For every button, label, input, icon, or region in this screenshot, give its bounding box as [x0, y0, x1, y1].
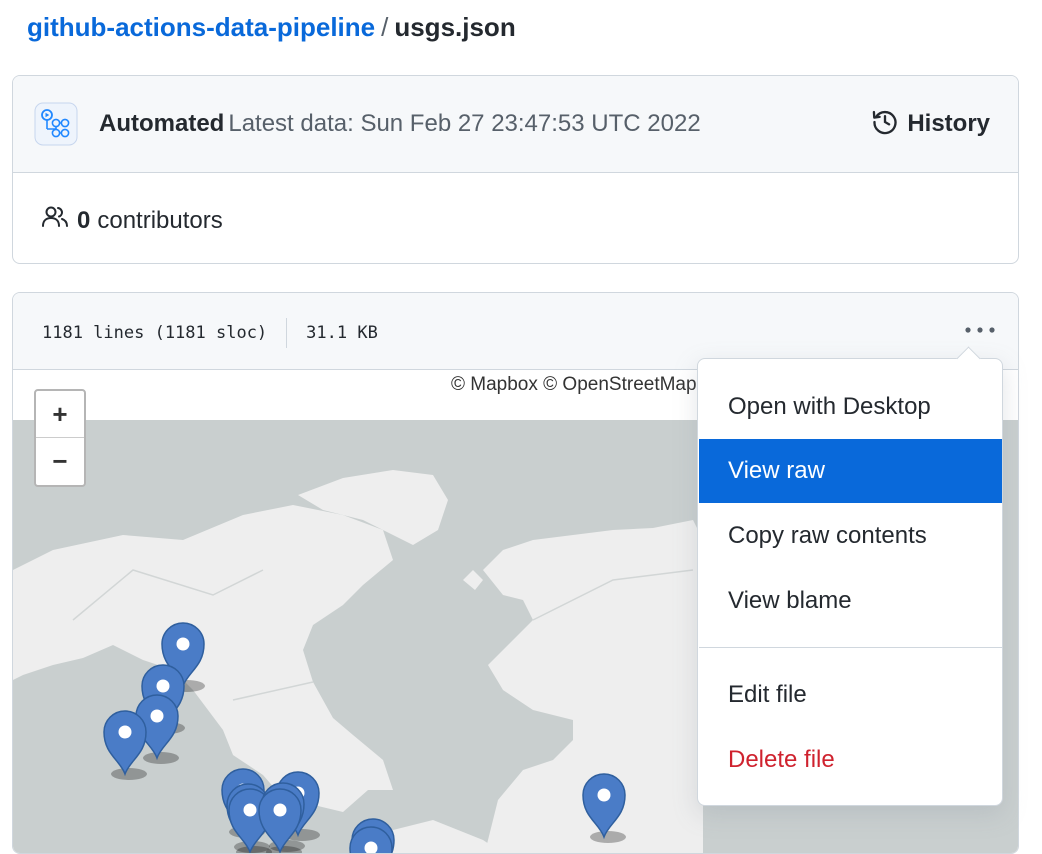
copy-raw-contents-item[interactable]: Copy raw contents	[699, 504, 1002, 568]
contributors-count: 0	[77, 207, 90, 235]
view-raw-item[interactable]: View raw	[699, 439, 1002, 503]
latest-commit-box: AutomatedLatest data: Sun Feb 27 23:47:5…	[12, 75, 1019, 264]
edit-file-item[interactable]: Edit file	[699, 663, 1002, 727]
history-clock-icon	[871, 108, 899, 141]
commit-author[interactable]: Automated	[99, 110, 224, 137]
breadcrumb: github-actions-data-pipeline/usgs.json	[27, 10, 516, 44]
open-with-desktop-item[interactable]: Open with Desktop	[699, 375, 1002, 439]
kebab-horizontal-icon[interactable]	[962, 315, 998, 345]
map-marker-pin[interactable]	[104, 711, 147, 780]
contributors-link[interactable]: 0 contributors	[41, 205, 223, 236]
people-icon	[41, 205, 69, 236]
commit-message: AutomatedLatest data: Sun Feb 27 23:47:5…	[99, 109, 701, 139]
file-actions-menu: Open with Desktop View raw Copy raw cont…	[697, 358, 1003, 806]
commit-title[interactable]: Latest data: Sun Feb 27 23:47:53 UTC 202…	[228, 110, 700, 137]
breadcrumb-separator: /	[381, 12, 388, 42]
file-size: 31.1 KB	[306, 321, 378, 345]
file-line-count: 1181 lines (1181 sloc)	[42, 321, 267, 345]
menu-divider	[699, 647, 1002, 648]
repo-link[interactable]: github-actions-data-pipeline	[27, 12, 375, 42]
contributors-label: contributors	[97, 207, 222, 235]
file-name: usgs.json	[394, 12, 515, 42]
file-info: 1181 lines (1181 sloc) 31.1 KB	[42, 318, 378, 348]
delete-file-item[interactable]: Delete file	[699, 728, 1002, 792]
history-label: History	[907, 110, 990, 138]
history-button[interactable]: History	[871, 109, 990, 139]
file-info-divider	[286, 318, 287, 348]
view-blame-item[interactable]: View blame	[699, 569, 1002, 633]
commit-header: AutomatedLatest data: Sun Feb 27 23:47:5…	[13, 76, 1018, 173]
github-actions-icon[interactable]	[34, 102, 78, 146]
map-marker-pin[interactable]	[583, 774, 626, 843]
